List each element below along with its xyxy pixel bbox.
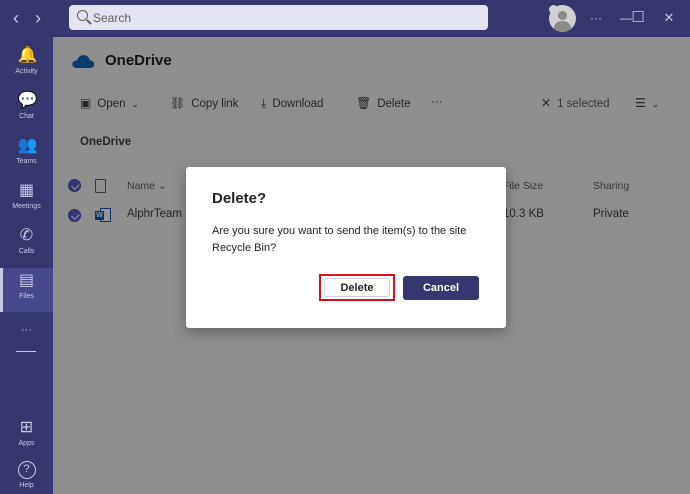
rail-item-label: Chat	[19, 113, 34, 120]
more-icon: ···	[21, 324, 32, 336]
rail-item-label: Help	[19, 482, 34, 489]
calendar-icon: ▦	[18, 182, 35, 199]
delete-dialog: Delete? Are you sure you want to send th…	[186, 167, 506, 328]
delete-button-highlight: Delete	[319, 274, 395, 301]
rail-item-activity[interactable]: 🔔 Activity	[0, 43, 53, 87]
presence-status-icon	[549, 5, 558, 14]
file-icon: ▤	[18, 272, 35, 289]
more-options-icon[interactable]: ···	[584, 6, 608, 30]
back-arrow-icon[interactable]: ‹	[6, 8, 26, 28]
avatar-body	[554, 21, 571, 32]
dialog-message: Are you sure you want to send the item(s…	[212, 225, 467, 254]
rail-item-files[interactable]: ▤ Files	[0, 268, 53, 312]
teams-icon: 👥	[17, 137, 38, 154]
bell-icon: 🔔	[17, 47, 38, 64]
avatar-head	[558, 11, 567, 20]
rail-item-apps[interactable]: ⊞ Apps	[0, 415, 53, 459]
search-icon	[77, 10, 88, 21]
app-rail: 🔔 Activity 💬 Chat 👥 Teams ▦ Meetings ✆ C…	[0, 37, 53, 494]
rail-item-label: Calls	[18, 248, 35, 255]
phone-icon: ✆	[19, 227, 34, 244]
forward-arrow-icon[interactable]: ›	[28, 8, 48, 28]
close-icon[interactable]: ✕	[657, 6, 681, 30]
rail-divider	[16, 351, 36, 352]
rail-item-label: Activity	[15, 68, 38, 75]
confirm-delete-button[interactable]: Delete	[324, 278, 390, 297]
rail-item-teams[interactable]: 👥 Teams	[0, 133, 53, 177]
rail-item-label: Teams	[16, 158, 37, 165]
maximize-icon[interactable]: ☐	[626, 6, 650, 30]
apps-icon: ⊞	[19, 419, 34, 436]
rail-item-calls[interactable]: ✆ Calls	[0, 223, 53, 267]
rail-item-label: Apps	[18, 440, 35, 447]
title-bar: ‹ › ··· — ☐ ✕	[0, 0, 690, 37]
rail-more-apps[interactable]: ···	[0, 317, 53, 337]
search-input[interactable]	[93, 7, 473, 28]
rail-item-chat[interactable]: 💬 Chat	[0, 88, 53, 132]
rail-item-label: Files	[19, 293, 34, 300]
dialog-title: Delete?	[212, 190, 267, 207]
chat-icon: 💬	[17, 92, 38, 109]
help-icon: ?	[17, 461, 36, 479]
rail-item-meetings[interactable]: ▦ Meetings	[0, 178, 53, 222]
rail-item-label: Meetings	[12, 203, 41, 210]
cancel-button[interactable]: Cancel	[403, 276, 479, 300]
rail-item-help[interactable]: ? Help	[0, 457, 53, 494]
search-box[interactable]	[69, 5, 488, 30]
